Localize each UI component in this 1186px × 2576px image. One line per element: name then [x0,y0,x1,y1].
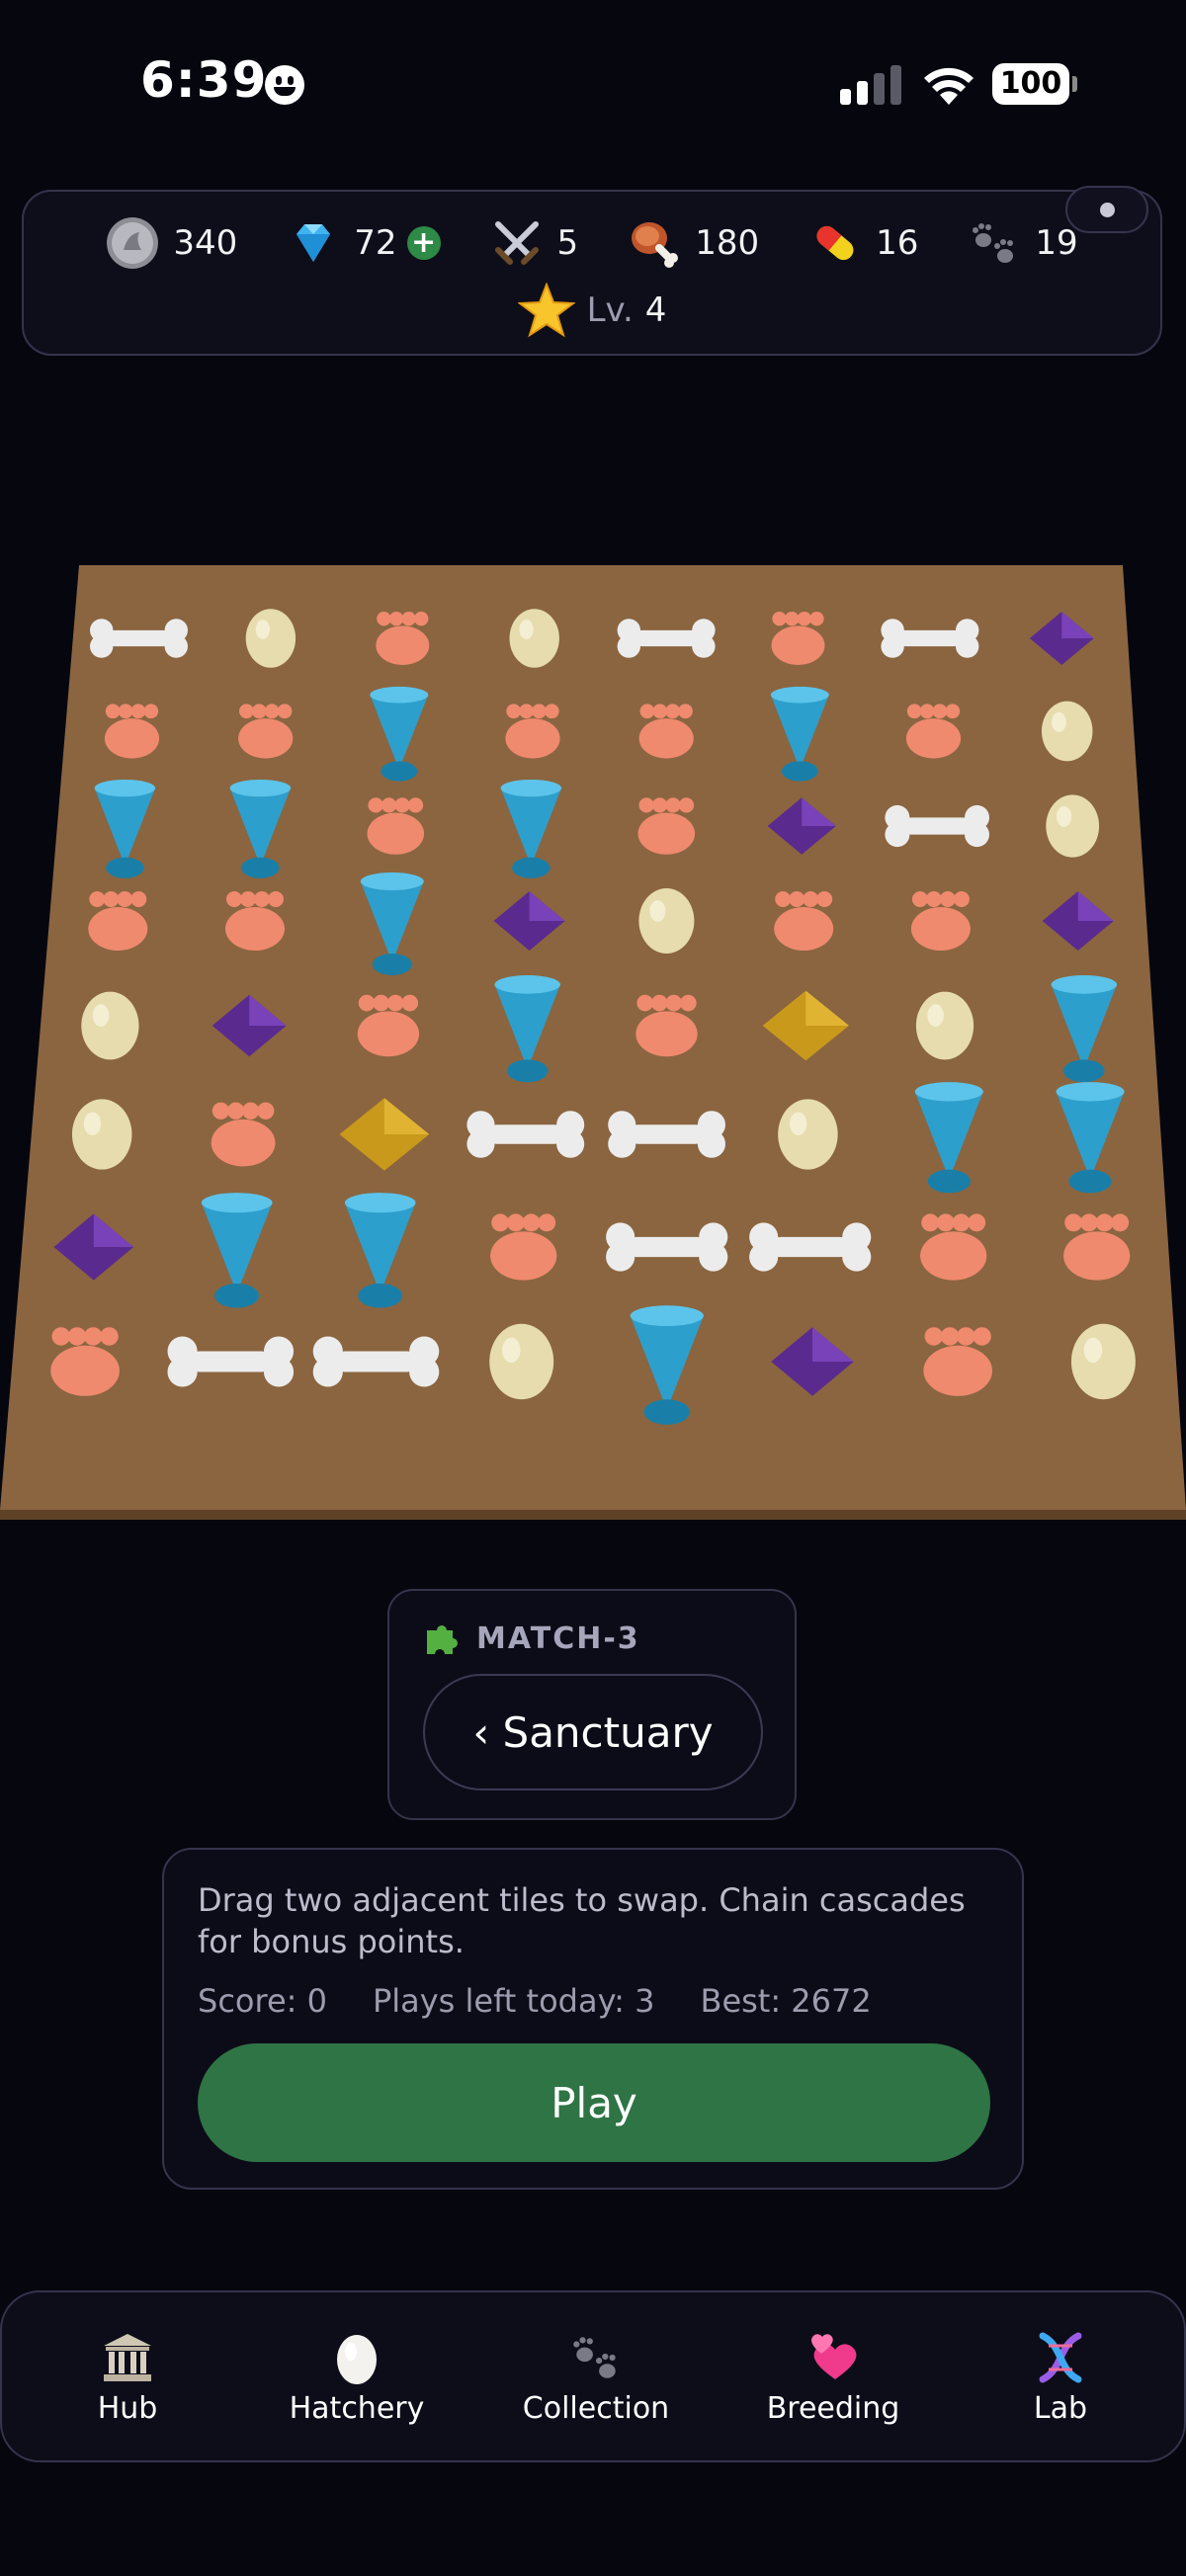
tile-egg[interactable] [71,1099,132,1170]
tile-paw[interactable] [638,704,694,759]
tile-paw[interactable] [923,1327,992,1396]
crossed-swords-icon [494,221,539,265]
level-value: 4 [644,291,667,330]
tile-egg[interactable] [489,1323,554,1400]
tile-paw[interactable] [211,1102,276,1167]
tile-paw[interactable] [376,612,430,665]
swords-value: 5 [556,223,579,263]
pill-icon [816,225,854,261]
classical-building-icon [104,2334,151,2381]
nav-label-hub: Hub [97,2391,158,2426]
silver-coin-icon [107,217,159,269]
nav-label-hatchery: Hatchery [289,2391,425,2426]
tile-paw[interactable] [635,994,698,1057]
info-card: Drag two adjacent tiles to swap. Chain c… [162,1848,1024,2190]
game-instructions: Drag two adjacent tiles to swap. Chain c… [198,1881,966,1960]
two-hearts-icon [811,2334,857,2379]
status-time: 6:39 [140,51,268,109]
tile-paw[interactable] [88,891,148,951]
battery-indicator: 100 [992,63,1069,105]
meat-icon [632,222,679,268]
tile-paw[interactable] [357,994,420,1057]
nav-item-hub[interactable]: Hub [19,2330,236,2426]
tile-paw[interactable] [1063,1213,1131,1281]
egg-icon [337,2335,377,2384]
paw-prints-icon [973,223,1014,263]
back-to-sanctuary-button[interactable]: ‹ Sanctuary [423,1674,763,1790]
plays-left-text: Plays left today: 3 [372,1982,655,2020]
coins-value: 340 [173,223,238,263]
status-bar: 6:39 100 [0,0,1186,173]
cell-signal-icon [840,65,903,105]
score-text: Score: 0 [198,1982,327,2020]
tile-paw[interactable] [104,704,160,759]
resource-row: 340 72 + 5 180 16 19 [24,213,1160,273]
nav-item-hatchery[interactable]: Hatchery [248,2330,466,2426]
tile-paw[interactable] [50,1327,120,1396]
tile-paw[interactable] [905,704,962,759]
nav-label-breeding: Breeding [766,2391,900,2426]
pills-counter[interactable]: 16 [808,216,918,270]
stats-row: Score: 0 Plays left today: 3 Best: 2672 [198,1982,872,2020]
tile-paw[interactable] [225,891,285,951]
level-row: Lv. 4 [24,283,1160,338]
level-label: Lv. [586,291,634,330]
dna-icon [1039,2332,1082,2383]
tile-paw[interactable] [920,1213,987,1281]
gems-value: 72 [354,223,397,263]
add-gems-button[interactable]: + [406,226,441,260]
meat-counter[interactable]: 180 [628,216,759,270]
best-score-text: Best: 2672 [700,1982,872,2020]
swords-counter[interactable]: 5 [490,216,579,270]
tile-egg[interactable] [915,991,974,1060]
tile-egg[interactable] [638,888,695,954]
tile-paw[interactable] [771,612,825,665]
tile-egg[interactable] [1070,1323,1136,1400]
tile-paw[interactable] [637,797,696,855]
tile-paw[interactable] [910,891,971,951]
puzzle-piece-icon [427,1625,458,1654]
tile-egg[interactable] [1046,794,1100,858]
coins-counter[interactable]: 340 [106,216,237,270]
game-card: MATCH-3 ‹ Sanctuary [387,1589,797,1820]
game-tag: MATCH-3 [423,1619,640,1658]
bottom-nav: Hub Hatchery Collection Breeding Lab [0,2290,1186,2462]
pills-value: 16 [876,223,919,263]
play-button[interactable]: Play [198,2043,990,2162]
nav-label-collection: Collection [522,2391,670,2426]
tile-egg[interactable] [778,1099,838,1170]
tile-egg[interactable] [1041,701,1093,762]
tile-paw[interactable] [490,1213,557,1281]
nav-item-collection[interactable]: Collection [487,2330,705,2426]
meat-value: 180 [695,223,760,263]
nav-item-breeding[interactable]: Breeding [724,2330,942,2426]
smiley-icon [265,65,304,105]
board-edge [0,1510,1186,1520]
tile-paw[interactable] [505,704,560,759]
gems-counter[interactable]: 72 + [287,216,441,270]
gem-icon [296,224,331,262]
paw-prints-icon [573,2337,616,2378]
paws-counter[interactable]: 19 [968,216,1078,270]
paws-value: 19 [1035,223,1078,263]
match3-board[interactable] [0,553,1186,1541]
tile-paw[interactable] [367,797,425,855]
battery-nub [1072,76,1077,92]
resource-panel: 340 72 + 5 180 16 19 Lv. 4 [22,186,1162,356]
nav-label-lab: Lab [1033,2391,1088,2426]
tile-paw[interactable] [238,704,294,759]
nav-item-lab[interactable]: Lab [952,2330,1169,2426]
tile-egg[interactable] [509,609,559,668]
tile-egg[interactable] [81,991,139,1060]
game-mode-label: MATCH-3 [476,1620,640,1656]
star-icon [517,283,575,338]
tile-paw[interactable] [774,891,834,951]
wifi-icon [924,67,974,105]
tile-egg[interactable] [245,609,296,668]
panel-toggle-button[interactable] [1065,186,1148,233]
